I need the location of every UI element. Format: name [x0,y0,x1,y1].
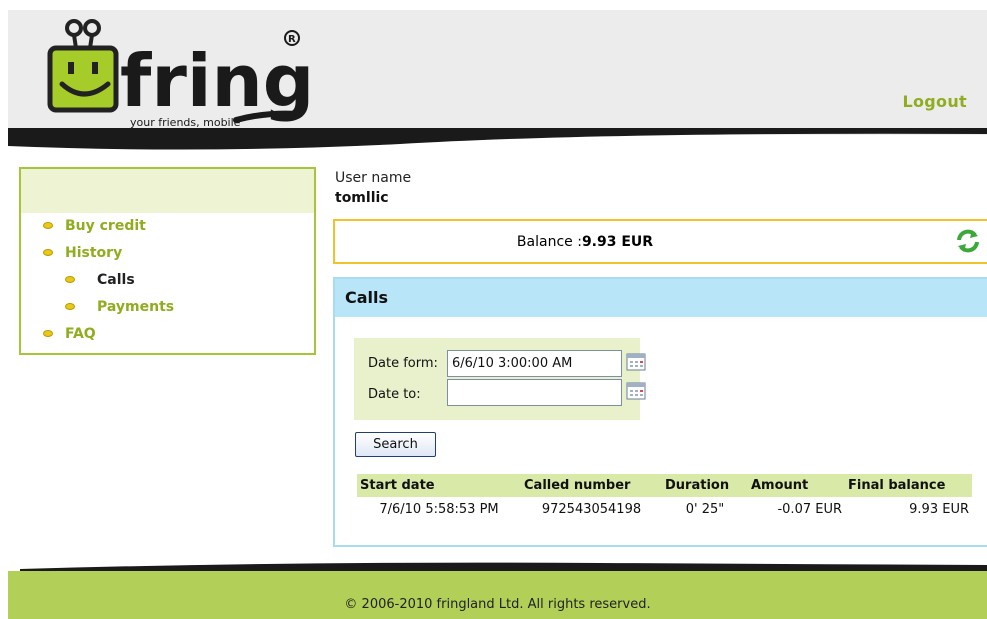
balance-box: Balance :9.93 EUR [333,219,987,264]
copyright-text: © 2006-2010 fringland Ltd. All rights re… [344,597,651,612]
bullet-icon [65,276,75,283]
bullet-icon [43,330,53,337]
date-to-label: Date to: [368,387,421,402]
calls-panel-title: Calls [335,279,987,317]
sidebar-item-calls[interactable]: Calls [21,272,314,299]
sidebar-item-label: History [65,245,123,261]
username-value: tomllic [335,190,389,206]
sidebar-item-label: Calls [97,272,135,288]
balance-display: Balance :9.93 EUR [335,234,835,250]
date-from-label: Date form: [368,356,438,371]
page-header: fring your friends, mobile R Logout [8,10,987,135]
cell-amount: -0.07 EUR [777,501,842,517]
balance-value: 9.93 EUR [581,234,654,250]
sidebar-item-buy-credit[interactable]: Buy credit [21,218,314,245]
column-header[interactable]: Duration [662,474,748,497]
logo-mascot-icon [47,19,119,113]
svg-text:R: R [288,34,296,45]
bullet-icon [43,222,53,229]
refresh-icon[interactable] [955,228,981,254]
sidebar-item-faq[interactable]: FAQ [21,326,314,353]
sidebar-item-payments[interactable]: Payments [21,299,314,326]
username-label: User name [335,170,412,186]
bullet-icon [43,249,53,256]
calls-table: Start date Called number Duration Amount… [357,474,972,521]
column-header[interactable]: Final balance [845,474,972,497]
table-header-row: Start date Called number Duration Amount… [357,474,972,497]
cell-duration: 0' 25" [685,501,725,517]
header-swoosh-divider [8,128,987,150]
sidebar-header [21,169,314,213]
sidebar-nav: Buy credit History Calls Payments FAQ [21,213,314,353]
table-row: 7/6/10 5:58:53 PM 972543054198 0' 25" -0… [357,497,972,521]
balance-label: Balance : [516,234,582,250]
calendar-icon[interactable] [626,382,646,400]
calls-panel: Calls Date form: Date to: Search Start d… [333,277,987,547]
fring-logo: fring your friends, mobile R [47,19,314,129]
bullet-icon [65,303,75,310]
cell-final-balance: 9.93 EUR [909,501,969,517]
logout-link[interactable]: Logout [903,92,967,111]
page-footer: © 2006-2010 fringland Ltd. All rights re… [8,571,987,619]
calendar-icon[interactable] [626,353,646,371]
sidebar-item-label: Payments [97,299,175,315]
sidebar-item-label: FAQ [65,326,96,342]
search-button[interactable]: Search [355,432,436,457]
cell-called-number: 972543054198 [541,501,642,517]
sidebar-item-history[interactable]: History [21,245,314,272]
date-from-input[interactable] [447,350,622,377]
column-header[interactable]: Called number [521,474,662,497]
cell-start-date: 7/6/10 5:58:53 PM [379,501,499,517]
date-filter-box: Date form: Date to: [354,338,646,420]
sidebar-item-label: Buy credit [65,218,146,234]
logo-wordmark: fring [120,39,314,123]
sidebar-menu: Buy credit History Calls Payments FAQ [19,167,316,355]
date-to-input[interactable] [447,379,622,406]
column-header[interactable]: Amount [748,474,845,497]
column-header[interactable]: Start date [357,474,521,497]
